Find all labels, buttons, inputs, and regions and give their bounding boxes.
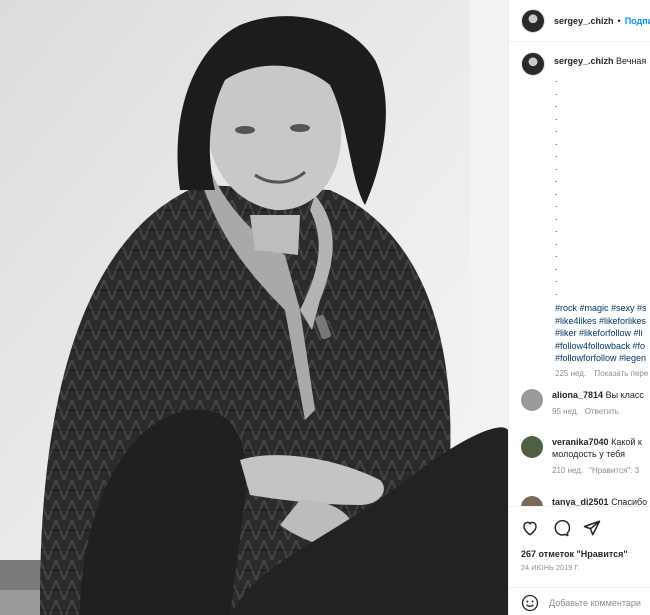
comment-username[interactable]: veranika7040 xyxy=(552,437,609,447)
caption-dot-line: . xyxy=(555,99,558,109)
comment-text: Какой к xyxy=(611,437,642,447)
caption-dot-line: . xyxy=(555,124,558,134)
likes-count[interactable]: 267 отметок "Нравится" xyxy=(521,549,628,559)
caption-dot-line: . xyxy=(555,236,558,247)
caption-dot-line: . xyxy=(555,249,558,259)
post-caption: sergey_.chizh Вечная .................. … xyxy=(509,50,650,378)
comment-avatar[interactable] xyxy=(521,389,543,411)
caption-dot-line: . xyxy=(555,261,558,272)
caption-dot-line: . xyxy=(555,199,558,209)
caption-time[interactable]: 225 нед. xyxy=(555,369,586,378)
translate-button[interactable]: Показать пере xyxy=(594,369,648,378)
caption-dot-line: . xyxy=(555,149,558,159)
caption-dot-line: . xyxy=(555,174,558,184)
follow-button[interactable]: Подпи xyxy=(625,16,650,26)
hashtag-line[interactable]: #follow4followback #fo xyxy=(555,340,650,353)
action-icons xyxy=(521,519,601,537)
caption-dot-line: . xyxy=(555,211,558,222)
comment-item: veranika7040 Какой к молодость у тебя 21… xyxy=(521,436,650,477)
caption-dot-line: . xyxy=(555,186,558,197)
comment-text-continued: молодость у тебя xyxy=(552,449,625,459)
comment-input[interactable] xyxy=(549,597,650,608)
caption-dot-line: . xyxy=(555,161,558,172)
caption-hashtags: #rock #magic #sexy #s #like4likes #likef… xyxy=(555,302,650,365)
caption-dot-line: . xyxy=(555,224,558,234)
comment-icon[interactable] xyxy=(552,519,571,537)
hashtag-line[interactable]: #liker #likeforfollow #li xyxy=(555,327,650,340)
heart-icon[interactable] xyxy=(521,519,539,537)
caption-dot-line: . xyxy=(555,74,558,84)
post-actions: 267 отметок "Нравится" 24 ИЮНЬ 2019 Г. xyxy=(509,506,650,615)
share-icon[interactable] xyxy=(583,519,601,537)
add-comment-bar xyxy=(509,587,650,615)
hashtag-line[interactable]: #rock #magic #sexy #s xyxy=(555,302,650,315)
hashtag-line[interactable]: #followforfollow #legen xyxy=(555,352,650,365)
caption-meta: 225 нед. Показать пере xyxy=(555,369,650,378)
comment-time[interactable]: 210 нед. xyxy=(552,466,583,475)
comment-username[interactable]: aliona_7814 xyxy=(552,390,603,400)
caption-dots: .................. xyxy=(555,73,650,298)
post-header: sergey_.chizh • Подпи xyxy=(509,0,650,42)
separator-dot: • xyxy=(617,15,621,26)
post-date[interactable]: 24 ИЮНЬ 2019 Г. xyxy=(521,565,580,572)
caption-text: Вечная xyxy=(616,56,647,66)
caption-dot-line: . xyxy=(555,86,558,97)
post-photo[interactable] xyxy=(0,0,508,615)
emoji-icon[interactable] xyxy=(521,594,539,612)
hashtag-line[interactable]: #like4likes #likeforlikes xyxy=(555,315,650,328)
caption-text-line: sergey_.chizh Вечная xyxy=(554,56,646,66)
post-sidebar: sergey_.chizh • Подпи sergey_.chizh Вечн… xyxy=(508,0,650,615)
comment-time[interactable]: 95 нед. xyxy=(552,407,579,416)
caption-avatar[interactable] xyxy=(521,52,545,76)
comment-text: Вы класс xyxy=(605,390,644,400)
caption-username[interactable]: sergey_.chizh xyxy=(554,56,614,66)
author-avatar[interactable] xyxy=(521,8,545,33)
reply-button[interactable]: Ответить xyxy=(585,407,619,416)
caption-dot-line: . xyxy=(555,136,558,147)
author-username[interactable]: sergey_.chizh xyxy=(554,16,614,26)
comment-likes[interactable]: "Нравится": 3 xyxy=(589,466,639,475)
caption-dot-line: . xyxy=(555,111,558,122)
caption-dot-line: . xyxy=(555,274,558,284)
comment-avatar[interactable] xyxy=(521,436,543,458)
caption-dot-line: . xyxy=(555,286,558,297)
comment-item: aliona_7814 Вы класс 95 нед. Ответить xyxy=(521,389,650,418)
